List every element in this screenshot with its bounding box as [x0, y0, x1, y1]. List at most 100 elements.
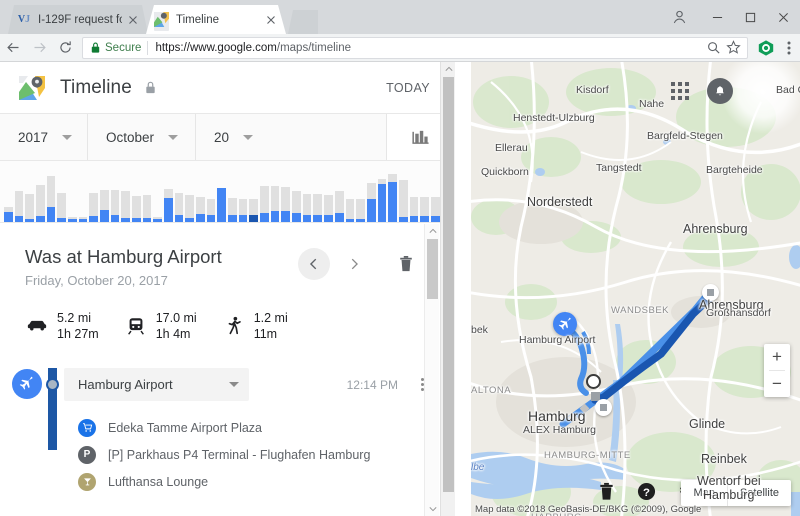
zoom-out-button[interactable]: − [764, 371, 790, 397]
location-dot-icon[interactable] [586, 374, 601, 389]
histogram-bar[interactable] [313, 161, 323, 222]
list-item[interactable]: P [P] Parkhaus P4 Terminal - Flughafen H… [78, 441, 440, 468]
day-dropdown[interactable]: 20 [196, 114, 294, 160]
histogram-bar-value [132, 217, 141, 222]
histogram-bar[interactable] [68, 161, 77, 222]
minimize-icon[interactable] [701, 0, 734, 34]
histogram-bar[interactable] [206, 161, 216, 222]
star-icon[interactable] [726, 40, 741, 55]
maximize-icon[interactable] [734, 0, 767, 34]
histogram-bar[interactable] [398, 161, 408, 222]
histogram-bar[interactable] [217, 161, 227, 222]
zoom-in-button[interactable]: + [764, 344, 790, 370]
histogram-bar[interactable] [430, 161, 440, 222]
trash-icon[interactable] [390, 248, 422, 280]
browser-tab-active[interactable]: Timeline [146, 5, 286, 34]
browser-tab-inactive[interactable]: VJ I-129F request for more i [8, 5, 148, 34]
histogram-bar[interactable] [174, 161, 184, 222]
histogram-bar-value [409, 215, 419, 222]
close-icon[interactable] [126, 13, 140, 27]
close-icon[interactable] [264, 13, 278, 27]
histogram-bar[interactable] [302, 161, 312, 222]
histogram-bar[interactable] [14, 161, 24, 222]
extension-icon[interactable] [754, 34, 778, 62]
apps-grid-icon[interactable] [671, 82, 693, 103]
map-attribution: Map data ©2018 GeoBasis-DE/BKG (©2009), … [475, 504, 702, 515]
histogram-bar[interactable] [388, 161, 397, 222]
histogram-bar[interactable] [270, 161, 280, 222]
new-tab-button[interactable] [288, 10, 318, 34]
zoom-search-icon[interactable] [706, 40, 721, 55]
histogram-bar[interactable] [260, 161, 269, 222]
today-button[interactable]: TODAY [386, 81, 430, 95]
close-icon[interactable] [767, 0, 800, 34]
histogram-bar[interactable] [366, 161, 376, 222]
scroll-up-arrow[interactable] [441, 62, 456, 76]
histogram-bar-track [398, 180, 408, 222]
help-icon[interactable]: ? [637, 482, 657, 502]
airport-marker-icon[interactable] [553, 312, 577, 336]
three-dot-menu-icon[interactable] [778, 34, 800, 62]
histogram-bar[interactable] [4, 161, 13, 222]
map-canvas[interactable]: + − ? Map Satellite Kisdorf Henstedt-Ulz… [471, 62, 800, 516]
histogram-bar[interactable] [46, 161, 56, 222]
histogram-bar[interactable] [185, 161, 195, 222]
histogram-bar[interactable] [110, 161, 120, 222]
activity-actions [298, 246, 422, 280]
histogram-bar[interactable] [25, 161, 35, 222]
back-arrow-icon[interactable] [0, 34, 26, 62]
histogram-bar[interactable] [377, 161, 387, 222]
profile-icon[interactable] [663, 0, 695, 34]
histogram-bar[interactable] [36, 161, 45, 222]
histogram-bar[interactable] [153, 161, 163, 222]
histogram-bar[interactable] [196, 161, 205, 222]
scroll-thumb[interactable] [443, 77, 454, 492]
previous-day-button[interactable] [298, 248, 330, 280]
activity-histogram[interactable] [0, 161, 454, 223]
histogram-bar[interactable] [238, 161, 248, 222]
histogram-bar[interactable] [356, 161, 365, 222]
scroll-thumb[interactable] [427, 239, 438, 299]
reload-icon[interactable] [52, 34, 78, 62]
map-type-map-button[interactable]: Map [681, 480, 726, 506]
histogram-bar[interactable] [324, 161, 333, 222]
histogram-bar[interactable] [100, 161, 109, 222]
browser-toolbar: Secure https://www.google.com/maps/timel… [0, 34, 800, 62]
activity-card: Was at Hamburg Airport Friday, October 2… [0, 224, 440, 516]
address-bar[interactable]: Secure https://www.google.com/maps/timel… [82, 36, 748, 59]
map-type-satellite-button[interactable]: Satellite [728, 480, 791, 506]
histogram-bar[interactable] [121, 161, 131, 222]
place-dropdown[interactable]: Hamburg Airport [64, 368, 249, 401]
histogram-bar[interactable] [420, 161, 429, 222]
histogram-bar[interactable] [142, 161, 152, 222]
list-item[interactable]: Lufthansa Lounge [78, 468, 440, 495]
stop-marker-icon[interactable] [702, 284, 719, 301]
histogram-bar[interactable] [57, 161, 67, 222]
month-dropdown[interactable]: October [88, 114, 196, 160]
panel-scrollbar[interactable] [424, 224, 439, 516]
histogram-bar[interactable] [132, 161, 141, 222]
airplane-icon[interactable] [12, 369, 42, 399]
histogram-bar[interactable] [281, 161, 291, 222]
scroll-up-arrow[interactable] [425, 224, 440, 238]
cocktail-icon [78, 472, 96, 491]
histogram-bar[interactable] [334, 161, 344, 222]
stop-marker-icon[interactable] [595, 399, 612, 416]
chevron-down-icon [168, 134, 179, 140]
list-item[interactable]: Edeka Tamme Airport Plaza [78, 414, 440, 441]
histogram-bar[interactable] [249, 161, 259, 222]
histogram-bar[interactable] [409, 161, 419, 222]
next-day-button[interactable] [338, 248, 370, 280]
year-dropdown[interactable]: 2017 [0, 114, 88, 160]
histogram-bar[interactable] [345, 161, 355, 222]
histogram-bar[interactable] [164, 161, 173, 222]
scroll-down-arrow[interactable] [425, 502, 440, 516]
url-text: https://www.google.com/maps/timeline [155, 42, 351, 54]
histogram-bar[interactable] [292, 161, 301, 222]
trash-icon[interactable] [597, 482, 617, 502]
histogram-bar[interactable] [78, 161, 88, 222]
page-scrollbar[interactable] [440, 62, 455, 516]
histogram-bar[interactable] [228, 161, 237, 222]
histogram-bar[interactable] [89, 161, 99, 222]
bell-icon[interactable] [707, 78, 733, 104]
